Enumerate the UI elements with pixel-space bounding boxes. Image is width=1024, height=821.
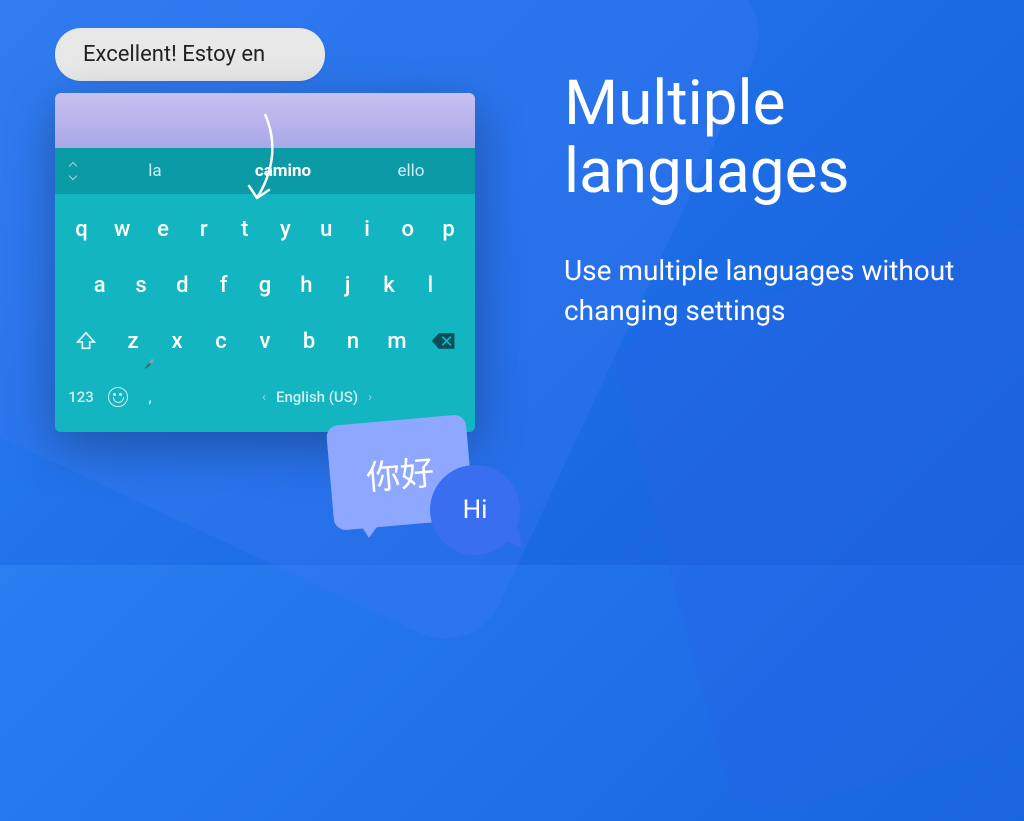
- key-z[interactable]: z: [111, 316, 155, 366]
- shift-key[interactable]: [61, 316, 111, 366]
- key-v[interactable]: v: [243, 316, 287, 366]
- emoji-icon: [108, 387, 128, 407]
- shift-icon: [75, 330, 97, 352]
- key-u[interactable]: u: [306, 204, 347, 254]
- key-row-4: 123 🎤 , ‹ English (US) ›: [61, 372, 469, 422]
- comma-key[interactable]: 🎤 ,: [135, 372, 165, 422]
- key-r[interactable]: r: [183, 204, 224, 254]
- keyboard-preview: Excellent! Estoy en la c a m i n o ello q w e…: [55, 28, 475, 432]
- page-title: Multiple languages: [564, 70, 964, 206]
- chevron-right-icon: ›: [368, 390, 372, 405]
- chevron-left-icon: ‹: [262, 390, 266, 405]
- key-j[interactable]: j: [327, 260, 368, 310]
- key-row-3: z x c v b n m: [61, 316, 469, 366]
- key-d[interactable]: d: [162, 260, 203, 310]
- key-a[interactable]: a: [79, 260, 120, 310]
- comma-label: ,: [148, 388, 151, 406]
- title-line-2: languages: [564, 135, 849, 208]
- key-h[interactable]: h: [286, 260, 327, 310]
- key-rows: q w e r t y u i o p a s d f g h j k l: [55, 194, 475, 432]
- key-b[interactable]: b: [287, 316, 331, 366]
- key-s[interactable]: s: [120, 260, 161, 310]
- key-e[interactable]: e: [143, 204, 184, 254]
- mic-icon: 🎤: [144, 360, 155, 370]
- page-description: Use multiple languages without changing …: [564, 251, 964, 329]
- key-n[interactable]: n: [331, 316, 375, 366]
- key-p[interactable]: p: [428, 204, 469, 254]
- backspace-icon: [431, 331, 457, 351]
- suggestion-right[interactable]: ello: [347, 161, 475, 181]
- key-c[interactable]: c: [199, 316, 243, 366]
- emoji-key[interactable]: [101, 372, 135, 422]
- arrow-icon: [235, 106, 295, 216]
- key-x[interactable]: x: [155, 316, 199, 366]
- chat-bubble-english: Hi: [430, 465, 520, 555]
- key-q[interactable]: q: [61, 204, 102, 254]
- expand-handle-icon[interactable]: [55, 163, 91, 179]
- key-o[interactable]: o: [387, 204, 428, 254]
- key-g[interactable]: g: [244, 260, 285, 310]
- key-i[interactable]: i: [347, 204, 388, 254]
- title-line-1: Multiple: [564, 67, 786, 140]
- language-key[interactable]: ‹ English (US) ›: [165, 372, 469, 422]
- key-f[interactable]: f: [203, 260, 244, 310]
- key-w[interactable]: w: [102, 204, 143, 254]
- chat-bubbles: 你好 Hi: [330, 420, 470, 525]
- key-m[interactable]: m: [375, 316, 419, 366]
- key-row-2: a s d f g h j k l: [61, 260, 469, 310]
- numbers-key[interactable]: 123: [61, 372, 101, 422]
- language-label: English (US): [276, 388, 358, 406]
- key-l[interactable]: l: [410, 260, 451, 310]
- typed-text-bubble: Excellent! Estoy en: [55, 28, 325, 81]
- key-k[interactable]: k: [368, 260, 409, 310]
- text-column: Multiple languages Use multiple language…: [564, 70, 964, 330]
- backspace-key[interactable]: [419, 316, 469, 366]
- suggestion-left[interactable]: la: [91, 161, 219, 181]
